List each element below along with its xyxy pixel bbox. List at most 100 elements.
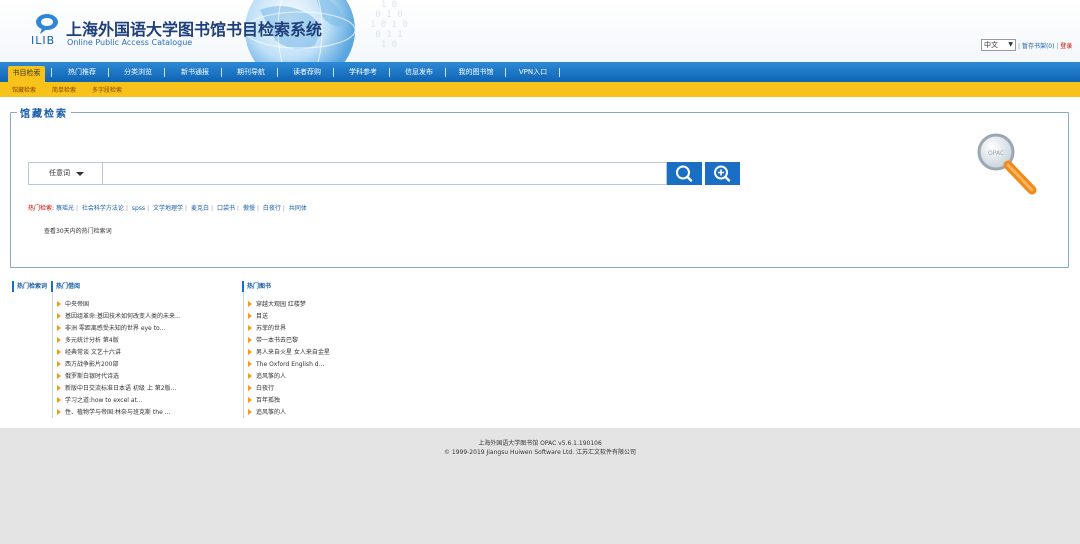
- tab-hot-search-terms[interactable]: 热门检索词: [12, 281, 47, 292]
- list-item[interactable]: 中央帝国: [57, 300, 181, 312]
- list-item[interactable]: 男人来自火星 女人来自金星: [248, 348, 330, 360]
- list-item[interactable]: The Oxford English d...: [248, 360, 330, 372]
- list-item[interactable]: 目送: [248, 312, 330, 324]
- search-field-select[interactable]: 任意词: [28, 162, 103, 185]
- bullet-icon: [248, 361, 252, 367]
- list-item[interactable]: 追风筝的人: [248, 408, 330, 420]
- bullet-icon: [248, 385, 252, 391]
- bullet-icon: [248, 337, 252, 343]
- list-item[interactable]: 苏菲的世界: [248, 324, 330, 336]
- bullet-icon: [248, 349, 252, 355]
- list-item[interactable]: 基因组革命:基因技术如何改变人类的未来...: [57, 312, 181, 324]
- hot-keyword[interactable]: 社会科学方法论: [82, 205, 124, 212]
- site-subtitle: Online Public Access Catalogue: [67, 38, 193, 47]
- hot-borrow-list: 中央帝国 基因组革命:基因技术如何改变人类的未来... 非洲 零距离感受未知的世…: [57, 300, 181, 420]
- advanced-search-button[interactable]: [705, 162, 740, 185]
- nav-divider: [559, 68, 560, 77]
- subnav-item-collection-search[interactable]: 馆藏检索: [12, 85, 36, 94]
- list-item[interactable]: 带一本书去巴黎: [248, 336, 330, 348]
- hot-keyword[interactable]: spss: [132, 205, 145, 212]
- nav-divider: [277, 68, 278, 77]
- bullet-icon: [57, 373, 61, 379]
- nav-item-subject-reference[interactable]: 学科参考: [343, 65, 383, 79]
- column-divider: [52, 292, 53, 418]
- hot-keyword[interactable]: 白夜行: [263, 205, 281, 212]
- nav-divider: [108, 68, 109, 77]
- footer-copyright: © 1999-2019 Jiangsu Huiwen Software Ltd.…: [443, 449, 637, 456]
- svg-text:OPAC: OPAC: [988, 150, 1004, 157]
- nav-item-category-browse[interactable]: 分类浏览: [118, 65, 158, 79]
- binary-decoration: 1 0 0 1 0 1 0 1 0 0 1 1 1 0: [370, 0, 408, 50]
- chevron-down-icon: ▼: [1008, 41, 1013, 48]
- nav-item-catalog-search[interactable]: 书目检索: [8, 66, 45, 82]
- main-nav: 书目检索 热门推荐 分类浏览 新书通报 期刊导航 读者荐购 学科参考 信息发布 …: [0, 62, 1080, 82]
- list-item[interactable]: 百年孤独: [248, 396, 330, 408]
- bullet-icon: [57, 325, 61, 331]
- subnav-item-simple-search[interactable]: 简单检索: [52, 85, 76, 94]
- bullet-icon: [57, 349, 61, 355]
- hot-keyword[interactable]: 蔡瑶光: [56, 205, 74, 212]
- nav-divider: [333, 68, 334, 77]
- nav-divider: [51, 68, 52, 77]
- hot-keyword[interactable]: 口袋书: [217, 205, 235, 212]
- bullet-icon: [57, 361, 61, 367]
- nav-item-vpn[interactable]: VPN入口: [513, 65, 553, 79]
- header: 1 0 0 1 0 1 0 1 0 0 1 1 1 0 ILIB 上海外国语大学…: [0, 0, 1080, 62]
- subnav-item-multi-field-search[interactable]: 多字段检索: [92, 85, 122, 94]
- bullet-icon: [57, 337, 61, 343]
- hot-keyword[interactable]: 共同体: [289, 205, 307, 212]
- bullet-icon: [248, 313, 252, 319]
- list-item[interactable]: 新版中日交流标准日本语 初级 上 第2版...: [57, 384, 181, 396]
- bullet-icon: [248, 301, 252, 307]
- hot-search-keywords: 热门检索: 蔡瑶光 | 社会科学方法论 | spss | 文学地理学 | 麦克白 | 口袋…: [28, 205, 307, 212]
- site-title: 上海外国语大学图书馆书目检索系统: [66, 20, 323, 39]
- nav-item-hot-recommend[interactable]: 热门推荐: [62, 65, 102, 79]
- bullet-icon: [57, 409, 61, 415]
- list-item[interactable]: 多元统计分析 第4版: [57, 336, 181, 348]
- nav-item-new-books[interactable]: 新书通报: [175, 65, 215, 79]
- list-item[interactable]: 经典常谈 文艺十六讲: [57, 348, 181, 360]
- hot-search-30days-link[interactable]: 查看30天内的热门检索词: [44, 226, 112, 235]
- search-input[interactable]: [103, 162, 667, 185]
- search-field-value: 任意词: [49, 169, 70, 177]
- login-link[interactable]: 登录: [1060, 43, 1072, 50]
- language-select[interactable]: 中文 ▼: [981, 39, 1016, 51]
- list-item[interactable]: 俄罗斯白银时代诗选: [57, 372, 181, 384]
- hot-keyword[interactable]: 文学地理学: [153, 205, 183, 212]
- hot-keyword[interactable]: 傲慢: [243, 205, 255, 212]
- bullet-icon: [57, 313, 61, 319]
- bullet-icon: [57, 385, 61, 391]
- list-item[interactable]: 穿越大观园 红楼梦: [248, 300, 330, 312]
- footer-version: 上海外国语大学图书馆 OPAC v5.6.1.190106: [478, 440, 602, 447]
- search-button[interactable]: [667, 162, 702, 185]
- zoom-in-icon: [714, 165, 731, 182]
- column-divider: [243, 292, 244, 418]
- tab-hot-borrow[interactable]: 热门借阅: [51, 281, 80, 292]
- bookshelf-link[interactable]: 暂存书架(0): [1022, 43, 1055, 50]
- opac-magnifier-icon: OPAC: [977, 133, 1037, 195]
- hot-keyword[interactable]: 麦克白: [191, 205, 209, 212]
- list-item[interactable]: 追风筝的人: [248, 372, 330, 384]
- bullet-icon: [57, 397, 61, 403]
- bullet-icon: [248, 325, 252, 331]
- list-item[interactable]: 学习之道:how to excel at...: [57, 396, 181, 408]
- bullet-icon: [248, 373, 252, 379]
- header-links: | 暂存书架(0) | 登录: [1018, 43, 1073, 50]
- bullet-icon: [57, 301, 61, 307]
- nav-item-my-library[interactable]: 我的图书馆: [453, 65, 499, 79]
- nav-divider: [445, 68, 446, 77]
- nav-item-journals[interactable]: 期刊导航: [231, 65, 271, 79]
- tab-hot-books[interactable]: 热门图书: [242, 281, 271, 292]
- caret-down-icon: [76, 172, 84, 176]
- nav-item-reader-purchase[interactable]: 读者荐购: [287, 65, 327, 79]
- list-item[interactable]: 非洲 零距离感受未知的世界 eye to...: [57, 324, 181, 336]
- hot-books-list: 穿越大观园 红楼梦 目送 苏菲的世界 带一本书去巴黎 男人来自火星 女人来自金星…: [248, 300, 330, 420]
- bullet-icon: [248, 409, 252, 415]
- list-item[interactable]: 西方战争影片200部: [57, 360, 181, 372]
- hot-search-label: 热门检索:: [28, 205, 55, 212]
- language-value: 中文: [984, 41, 998, 49]
- nav-divider: [221, 68, 222, 77]
- list-item[interactable]: 白夜行: [248, 384, 330, 396]
- list-item[interactable]: 性、植物学与帝国:林奈与班克斯 the ...: [57, 408, 181, 420]
- nav-item-announcements[interactable]: 信息发布: [399, 65, 439, 79]
